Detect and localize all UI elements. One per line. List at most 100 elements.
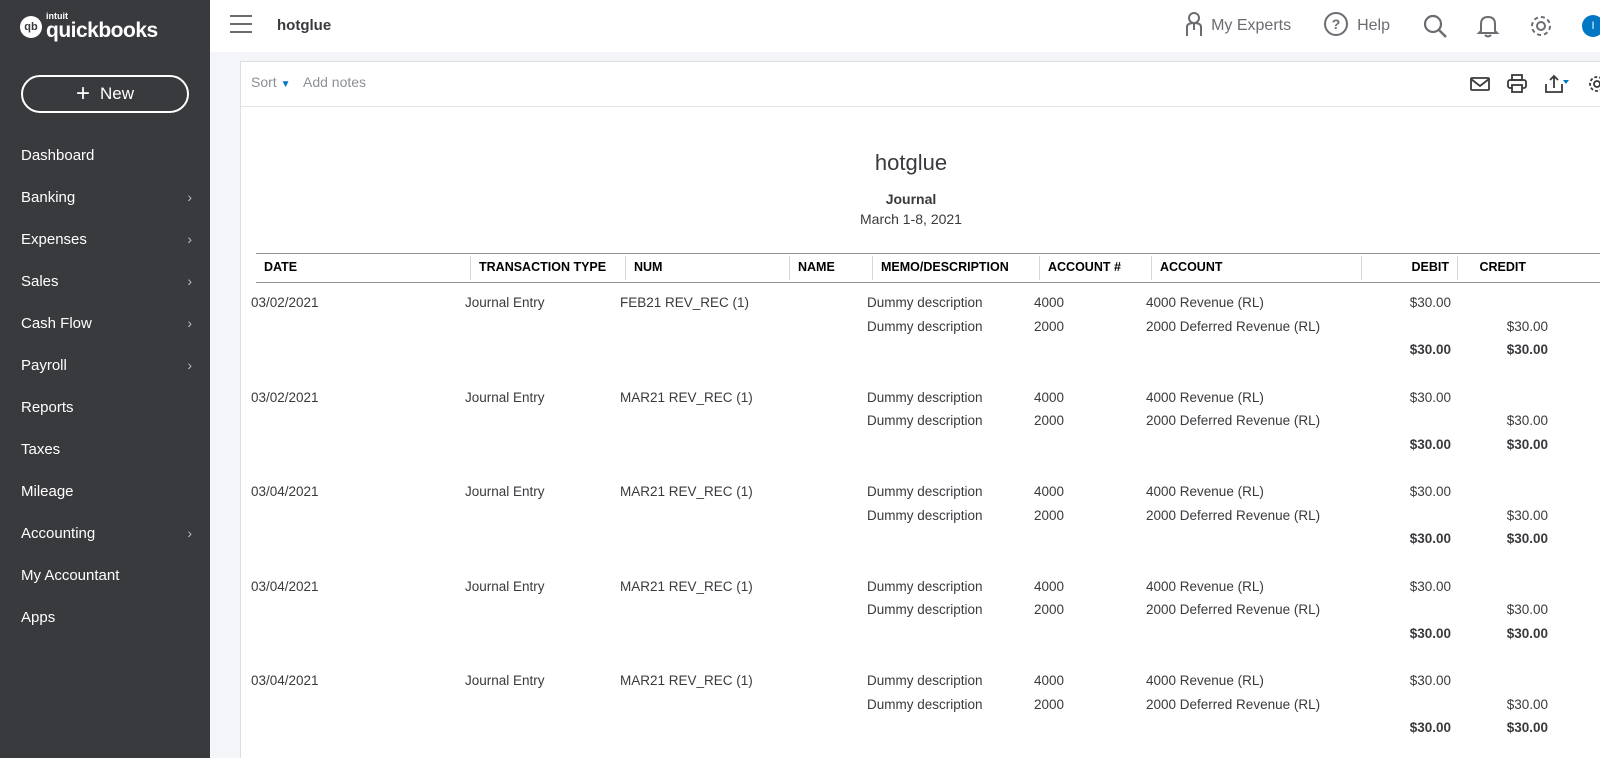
line-account[interactable]: 4000 Revenue (RL) xyxy=(1146,390,1264,405)
column-header-name[interactable]: NAME xyxy=(789,256,835,280)
help-circle-icon: ? xyxy=(1323,11,1349,42)
line-account[interactable]: 4000 Revenue (RL) xyxy=(1146,484,1264,499)
line-debit: $30.00 xyxy=(1409,484,1451,499)
line-debit: $30.00 xyxy=(1409,389,1451,405)
my-experts-link[interactable]: My Experts xyxy=(1185,11,1291,42)
line-memo: Dummy description xyxy=(867,318,983,334)
column-header-account-[interactable]: ACCOUNT # xyxy=(1039,256,1121,280)
sidebar-item-cash-flow[interactable]: Cash Flow › xyxy=(0,302,210,344)
export-icon[interactable] xyxy=(1544,74,1570,94)
entry-num[interactable]: MAR21 REV_REC (1) xyxy=(620,579,753,594)
entry-transaction-type[interactable]: Journal Entry xyxy=(465,390,545,405)
entry-transaction-type[interactable]: Journal Entry xyxy=(465,673,545,688)
sidebar-item-accounting[interactable]: Accounting › xyxy=(0,512,210,554)
entry-total-credit: $30.00 xyxy=(1506,625,1548,641)
chevron-right-icon: › xyxy=(187,189,192,205)
column-header-date[interactable]: DATE xyxy=(264,260,297,278)
sidebar-item-label: Sales xyxy=(21,272,59,290)
entry-transaction-type[interactable]: Journal Entry xyxy=(465,579,545,594)
line-debit: $30.00 xyxy=(1409,673,1451,688)
sidebar-item-dashboard[interactable]: Dashboard xyxy=(0,134,210,176)
line-account-number: 4000 xyxy=(1034,295,1065,310)
sidebar-item-expenses[interactable]: Expenses › xyxy=(0,218,210,260)
column-header-credit[interactable]: CREDIT xyxy=(1457,256,1556,280)
line-account-number: 4000 xyxy=(1034,484,1065,499)
sidebar-item-banking[interactable]: Banking › xyxy=(0,176,210,218)
sidebar-item-label: Mileage xyxy=(21,482,74,500)
sidebar-item-mileage[interactable]: Mileage xyxy=(0,470,210,512)
sort-label: Sort xyxy=(251,74,277,90)
entry-num[interactable]: FEB21 REV_REC (1) xyxy=(620,295,749,310)
line-account-number: 2000 xyxy=(1034,413,1065,428)
quickbooks-logo[interactable]: qb intuit quickbooks xyxy=(20,12,158,41)
entry-num[interactable]: MAR21 REV_REC (1) xyxy=(620,484,753,499)
sidebar-item-label: Payroll xyxy=(21,356,67,374)
qb-logo-icon: qb xyxy=(20,15,42,38)
entry-date: 03/02/2021 xyxy=(251,389,319,405)
plus-icon: + xyxy=(75,80,90,107)
line-account[interactable]: 2000 Deferred Revenue (RL) xyxy=(1146,602,1320,617)
column-header-transaction-type[interactable]: TRANSACTION TYPE xyxy=(470,256,606,280)
new-button-label: New xyxy=(100,84,135,103)
entry-transaction-type[interactable]: Journal Entry xyxy=(465,295,545,310)
line-memo: Dummy description xyxy=(867,389,983,405)
line-account[interactable]: 4000 Revenue (RL) xyxy=(1146,673,1264,688)
journal-report: Sort ▼ Add notes hotglue Journal March 1… xyxy=(240,61,1600,758)
column-header-memo-description[interactable]: MEMO/DESCRIPTION xyxy=(872,256,1009,280)
line-credit: $30.00 xyxy=(1506,413,1548,428)
line-account-number: 2000 xyxy=(1034,696,1065,712)
hamburger-menu-icon[interactable] xyxy=(230,15,252,33)
sidebar-item-sales[interactable]: Sales › xyxy=(0,260,210,302)
line-credit: $30.00 xyxy=(1506,602,1548,617)
line-account-number: 2000 xyxy=(1034,602,1065,617)
entry-num[interactable]: MAR21 REV_REC (1) xyxy=(620,390,753,405)
line-account-number: 2000 xyxy=(1034,318,1065,334)
entry-total-credit: $30.00 xyxy=(1506,436,1548,452)
entry-total-credit: $30.00 xyxy=(1506,531,1548,546)
help-label: Help xyxy=(1357,17,1390,34)
sidebar-item-apps[interactable]: Apps xyxy=(0,596,210,638)
column-header-num[interactable]: NUM xyxy=(625,256,662,280)
line-memo: Dummy description xyxy=(867,673,983,688)
bell-icon[interactable] xyxy=(1476,13,1500,39)
report-name: Journal xyxy=(885,191,937,207)
entry-transaction-type[interactable]: Journal Entry xyxy=(465,484,545,499)
sort-dropdown[interactable]: Sort ▼ xyxy=(251,74,290,90)
line-account[interactable]: 2000 Deferred Revenue (RL) xyxy=(1146,319,1320,334)
sidebar-item-label: Dashboard xyxy=(21,146,95,164)
user-avatar[interactable]: I xyxy=(1582,15,1600,37)
sidebar-item-label: My Accountant xyxy=(21,566,120,584)
sidebar-item-label: Reports xyxy=(21,398,74,416)
print-icon[interactable] xyxy=(1507,74,1527,94)
line-account[interactable]: 2000 Deferred Revenue (RL) xyxy=(1146,697,1320,712)
sidebar-item-taxes[interactable]: Taxes xyxy=(0,428,210,470)
line-credit: $30.00 xyxy=(1506,507,1548,523)
add-notes-link[interactable]: Add notes xyxy=(303,74,366,90)
gear-icon[interactable] xyxy=(1528,13,1554,39)
sidebar-item-label: Taxes xyxy=(21,440,61,458)
line-account[interactable]: 4000 Revenue (RL) xyxy=(1146,295,1264,310)
report-company-title: hotglue xyxy=(874,150,948,175)
new-button[interactable]: + New xyxy=(21,75,189,113)
line-account[interactable]: 4000 Revenue (RL) xyxy=(1146,579,1264,594)
search-icon[interactable] xyxy=(1422,13,1448,39)
sidebar-item-payroll[interactable]: Payroll › xyxy=(0,344,210,386)
line-debit: $30.00 xyxy=(1409,295,1451,310)
line-account[interactable]: 2000 Deferred Revenue (RL) xyxy=(1146,508,1320,523)
report-settings-gear-icon[interactable] xyxy=(1587,74,1600,94)
column-header-debit[interactable]: DEBIT xyxy=(1361,256,1461,280)
line-memo: Dummy description xyxy=(867,507,983,523)
quickbooks-wordmark: quickbooks xyxy=(46,19,158,42)
sidebar-item-my-accountant[interactable]: My Accountant xyxy=(0,554,210,596)
sidebar-item-reports[interactable]: Reports xyxy=(0,386,210,428)
column-header-account[interactable]: ACCOUNT xyxy=(1151,256,1223,280)
entry-num[interactable]: MAR21 REV_REC (1) xyxy=(620,673,753,688)
line-debit: $30.00 xyxy=(1409,578,1451,594)
line-account[interactable]: 2000 Deferred Revenue (RL) xyxy=(1146,413,1320,428)
chevron-right-icon: › xyxy=(187,525,192,541)
sidebar-nav: Dashboard Banking › Expenses › Sales › Cash Flo… xyxy=(0,134,210,638)
help-link[interactable]: ? Help xyxy=(1323,11,1390,42)
email-icon[interactable] xyxy=(1470,76,1490,92)
left-navigation: qb intuit quickbooks + New Dashboard Bank… xyxy=(0,0,210,758)
sidebar-item-label: Apps xyxy=(21,608,56,626)
